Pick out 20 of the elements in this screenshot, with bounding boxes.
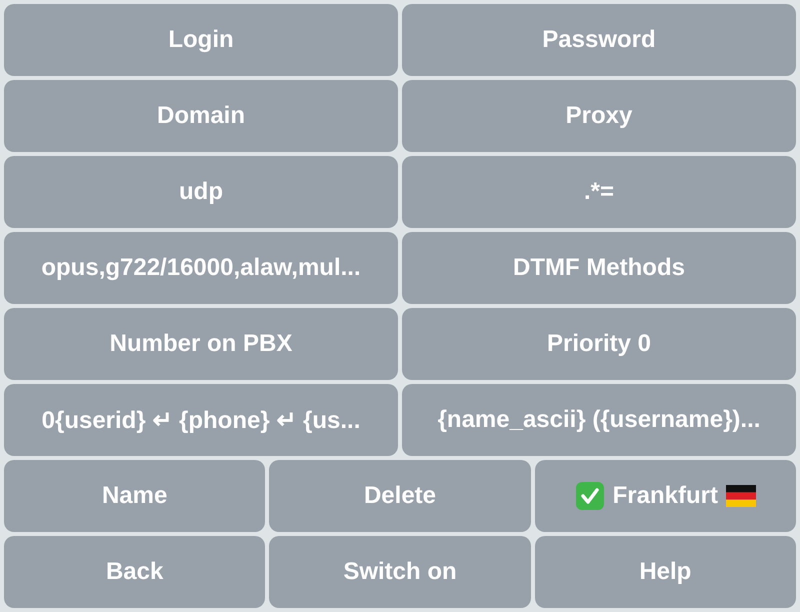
keyboard-button[interactable]: DTMF Methods: [402, 232, 796, 304]
check-icon: [574, 481, 605, 511]
keyboard-button[interactable]: Proxy: [402, 80, 796, 152]
keyboard-button[interactable]: Password: [402, 4, 796, 76]
keyboard-button[interactable]: Priority 0: [402, 308, 796, 380]
keyboard-button[interactable]: Login: [4, 4, 398, 76]
keyboard-button[interactable]: Back: [4, 536, 266, 608]
keyboard-button[interactable]: Delete: [269, 460, 531, 532]
keyboard-button[interactable]: Name: [4, 460, 266, 532]
flag-icon: [726, 485, 756, 507]
keyboard-button[interactable]: Domain: [4, 80, 398, 152]
keyboard-button[interactable]: Help: [534, 536, 796, 608]
keyboard-button[interactable]: {name_ascii} ({username})...: [402, 384, 796, 456]
keyboard-button[interactable]: Number on PBX: [4, 308, 398, 380]
keyboard-button[interactable]: .*=: [402, 156, 796, 228]
keyboard-button[interactable]: 0{userid} ↵ {phone} ↵ {us...: [4, 384, 398, 456]
keyboard-button[interactable]: opus,g722/16000,alaw,mul...: [4, 232, 398, 304]
keyboard-button[interactable]: udp: [4, 156, 398, 228]
keyboard-button[interactable]: Frankfurt: [534, 460, 796, 532]
keyboard-button[interactable]: Switch on: [269, 536, 531, 608]
